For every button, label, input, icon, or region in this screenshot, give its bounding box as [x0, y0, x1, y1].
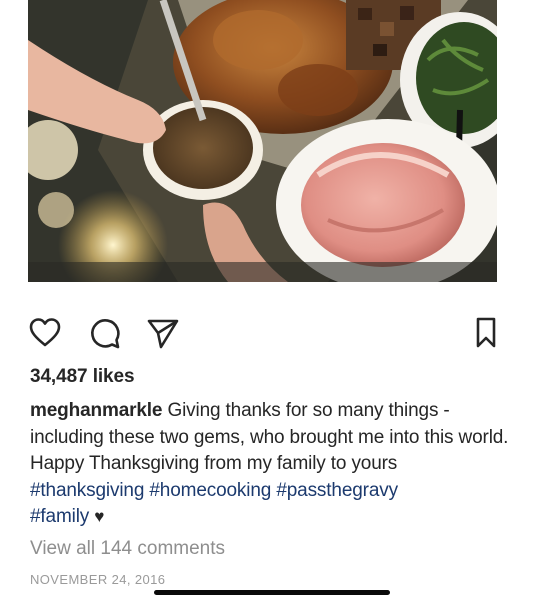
likes-count[interactable]: 34,487 likes [30, 366, 135, 388]
caption-username[interactable]: meghanmarkle [30, 400, 162, 421]
heart-outline-icon[interactable] [28, 316, 62, 350]
hashtag-thanksgiving[interactable]: #thanksgiving [30, 480, 144, 501]
hashtag-passthegravy[interactable]: #passthegravy [276, 480, 398, 501]
post-action-bar [28, 316, 497, 352]
view-all-comments-link[interactable]: View all 144 comments [30, 538, 225, 560]
post-caption: meghanmarkle Giving thanks for so many t… [30, 398, 510, 531]
hashtag-family[interactable]: #family [30, 506, 89, 527]
post-photo[interactable] [28, 0, 497, 282]
heart-emoji: ♥ [94, 507, 105, 526]
bookmark-icon[interactable] [472, 316, 506, 350]
post-date: NOVEMBER 24, 2016 [30, 572, 166, 587]
comment-bubble-icon[interactable] [88, 316, 122, 350]
hashtag-homecooking[interactable]: #homecooking [149, 480, 271, 501]
paper-plane-icon[interactable] [146, 316, 180, 350]
home-indicator[interactable] [154, 590, 390, 595]
